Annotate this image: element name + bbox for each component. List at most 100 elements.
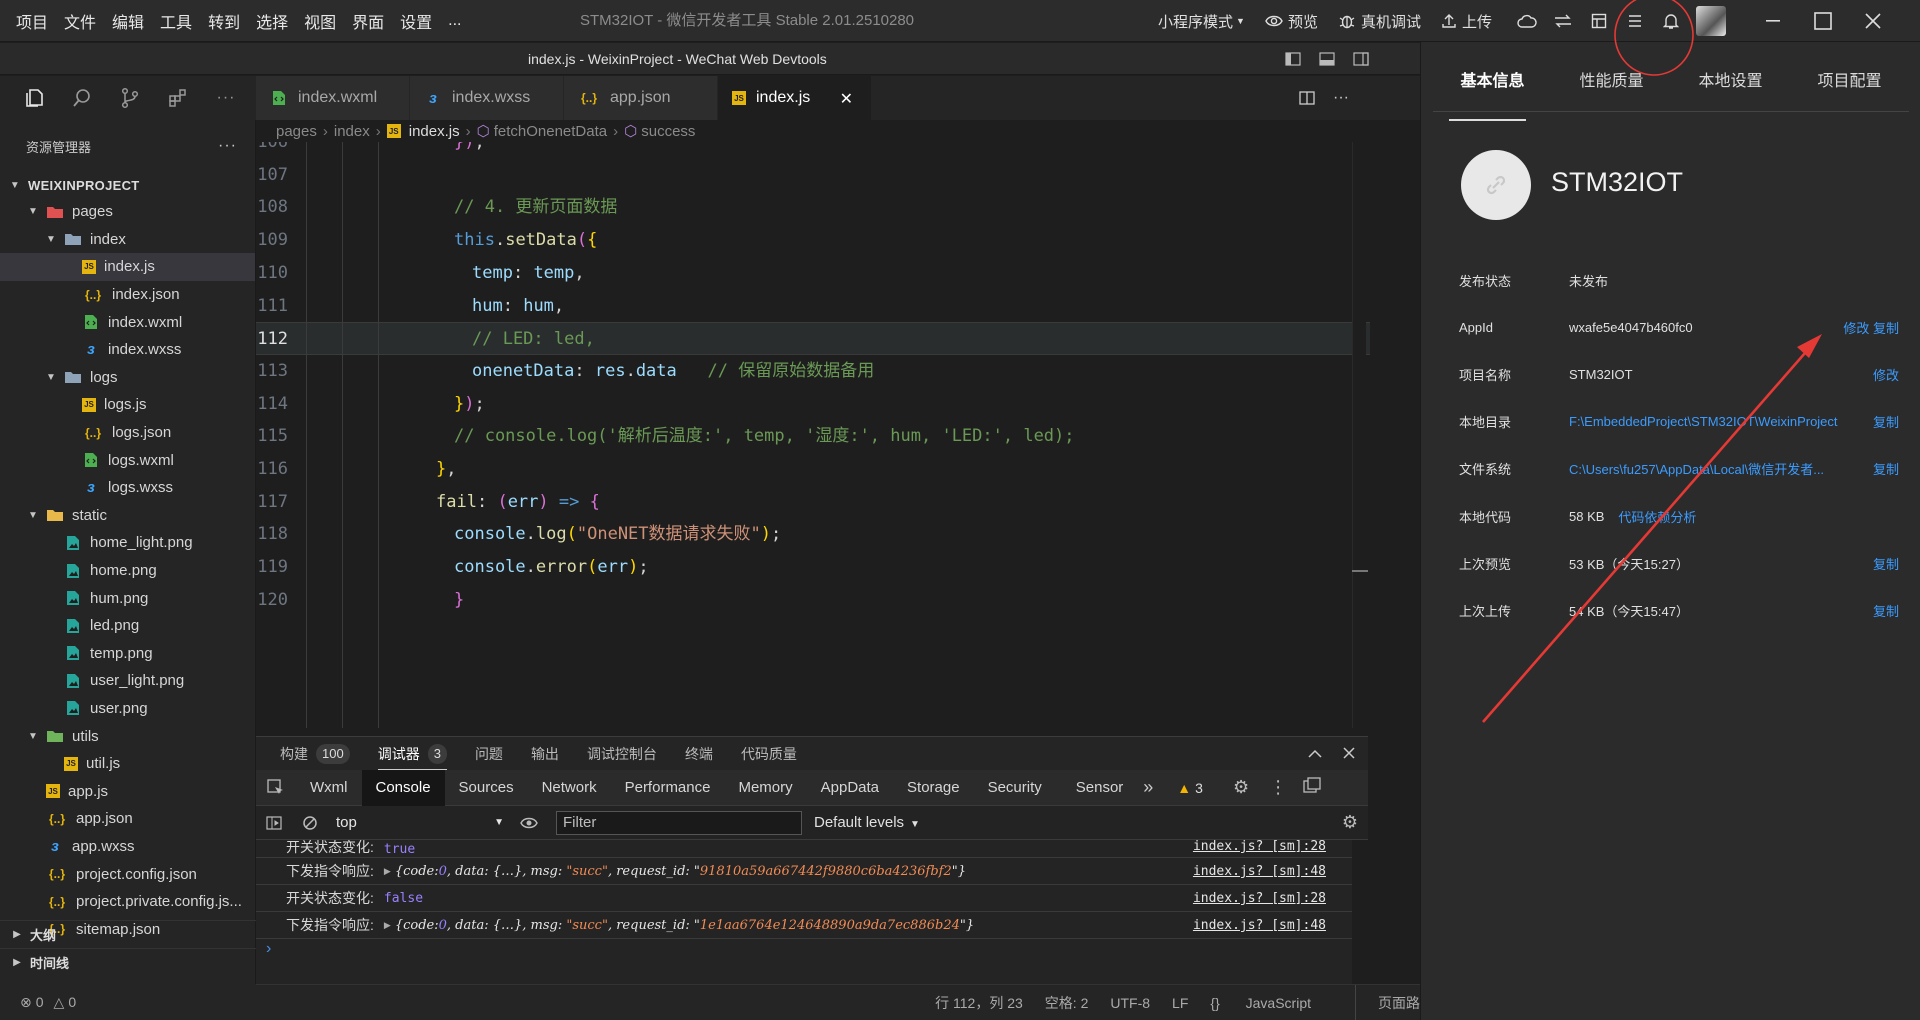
details-link[interactable]: F:\EmbeddedProject\STM32IOT\WeixinProjec… xyxy=(1569,414,1838,429)
devtools-tab-wxml[interactable]: Wxml xyxy=(296,770,362,806)
tree-item[interactable]: JS index.js xyxy=(0,253,255,281)
console-source-link[interactable]: index.js? [sm]:48 xyxy=(1193,912,1326,939)
details-tab[interactable]: 性能质量 xyxy=(1552,62,1671,111)
details-action-link[interactable]: 复制 xyxy=(1873,554,1899,573)
tree-item[interactable]: hum.png xyxy=(0,584,255,612)
tab-index-wxml[interactable]: index.wxml xyxy=(256,76,410,120)
tree-item[interactable]: home.png xyxy=(0,557,255,585)
panel-tab[interactable]: 终端 xyxy=(685,737,713,771)
tree-item[interactable]: JS app.js xyxy=(0,777,255,805)
menu-item[interactable]: 工具 xyxy=(160,9,192,33)
extensions-icon[interactable] xyxy=(154,76,202,120)
toggle-panel-icon[interactable] xyxy=(1310,52,1344,66)
devtools-tab-sources[interactable]: Sources xyxy=(445,770,528,806)
log-levels-select[interactable]: Default levels ▼ xyxy=(814,814,920,831)
more-actions-icon[interactable]: ··· xyxy=(218,137,237,155)
menu-icon[interactable] xyxy=(1620,0,1650,42)
source-control-icon[interactable] xyxy=(106,76,154,120)
problems-summary[interactable]: ⊗ 0 △ 0 xyxy=(0,984,256,1020)
search-icon[interactable] xyxy=(58,76,106,120)
undock-icon[interactable] xyxy=(1303,777,1321,798)
eye-icon[interactable] xyxy=(512,817,546,829)
menu-item[interactable]: 项目 xyxy=(16,9,48,33)
details-action-link[interactable]: 修改 复制 xyxy=(1843,318,1899,337)
console-filter-input[interactable] xyxy=(556,810,802,835)
project-header[interactable]: ▼ WEIXINPROJECT xyxy=(0,172,255,198)
details-link[interactable]: 代码依赖分析 xyxy=(1618,507,1696,526)
details-tab[interactable]: 基本信息 xyxy=(1433,62,1552,121)
cloud-icon[interactable] xyxy=(1512,0,1542,42)
devtools-tab-storage[interactable]: Storage xyxy=(893,770,974,806)
tree-item[interactable]: ɜ index.wxss xyxy=(0,336,255,364)
tree-item[interactable]: home_light.png xyxy=(0,529,255,557)
breadcrumb-item[interactable]: index xyxy=(334,123,370,140)
tree-item[interactable]: ▼ utils xyxy=(0,722,255,750)
remote-debug-button[interactable]: 真机调试 xyxy=(1338,11,1421,32)
clear-console-icon[interactable] xyxy=(292,815,328,831)
gear-icon[interactable]: ⚙ xyxy=(1233,777,1249,798)
outline-section[interactable]: ▶ 大纲 xyxy=(0,920,256,948)
code-editor[interactable]: 106}); 107 108// 4. 更新页面数据 109 this.setData(… xyxy=(256,142,1370,728)
devtools-tab-performance[interactable]: Performance xyxy=(611,770,725,806)
tree-item[interactable]: ▼ pages xyxy=(0,198,255,226)
close-icon[interactable] xyxy=(1848,0,1898,42)
expand-triangle-icon[interactable]: ▶ xyxy=(384,920,391,931)
devtools-tab-sensor[interactable]: Sensor xyxy=(1062,770,1138,806)
breadcrumb-item[interactable]: pages xyxy=(276,123,317,140)
breadcrumb-item[interactable]: ⬡ fetchOnenetData xyxy=(477,122,608,140)
warnings-badge[interactable]: ▲ 3 xyxy=(1177,780,1203,796)
tree-item[interactable]: ▼ index xyxy=(0,226,255,254)
tree-item[interactable]: logs.wxml xyxy=(0,446,255,474)
language-mode[interactable]: {} JavaScript xyxy=(1210,995,1333,1011)
kebab-menu-icon[interactable]: ⋮ xyxy=(1269,777,1287,798)
files-icon[interactable] xyxy=(10,76,58,120)
switch-icon[interactable] xyxy=(1548,0,1578,42)
details-link[interactable]: C:\Users\fu257\AppData\Local\微信开发者... xyxy=(1569,459,1824,478)
tree-item[interactable]: {..} project.private.config.js... xyxy=(0,888,255,916)
details-action-link[interactable]: 复制 xyxy=(1873,601,1899,620)
devtools-tab-appdata[interactable]: AppData xyxy=(807,770,893,806)
tab-app-json[interactable]: {..} app.json xyxy=(564,76,718,120)
panel-tab[interactable]: 调试控制台 xyxy=(587,737,657,771)
more-tabs-icon[interactable]: » xyxy=(1143,777,1153,798)
mode-select[interactable]: 小程序模式 ▼ xyxy=(1158,11,1245,32)
line-ending[interactable]: LF xyxy=(1172,995,1188,1011)
tree-item[interactable]: JS logs.js xyxy=(0,391,255,419)
expand-triangle-icon[interactable]: ▶ xyxy=(384,866,391,877)
console-object[interactable]: {code:0, data: {…}, msg: "succ", request… xyxy=(395,918,974,933)
devtools-tab-security[interactable]: Security xyxy=(974,770,1056,806)
devtools-tab-memory[interactable]: Memory xyxy=(724,770,806,806)
details-action-link[interactable]: 复制 xyxy=(1873,459,1899,478)
menu-item[interactable]: 编辑 xyxy=(112,9,144,33)
toggle-sidebar-icon[interactable] xyxy=(1276,52,1310,66)
sidebar-toggle-icon[interactable] xyxy=(256,815,292,830)
page-path[interactable]: 页面路 xyxy=(1355,984,1420,1020)
panel-tab[interactable]: 问题 xyxy=(475,737,503,771)
close-tab-icon[interactable]: ✕ xyxy=(840,89,853,109)
panel-tab[interactable]: 构建 100 xyxy=(280,737,350,771)
console-source-link[interactable]: index.js? [sm]:48 xyxy=(1193,858,1326,885)
tree-item[interactable]: led.png xyxy=(0,612,255,640)
toggle-right-panel-icon[interactable] xyxy=(1344,52,1378,66)
preview-button[interactable]: 预览 xyxy=(1265,11,1318,32)
devtools-tab-console[interactable]: Console xyxy=(361,769,445,806)
menu-item[interactable]: ... xyxy=(448,12,461,30)
tree-item[interactable]: {..} logs.json xyxy=(0,419,255,447)
scrollbar-thumb[interactable] xyxy=(1352,570,1368,572)
editor-scrollbar[interactable] xyxy=(1352,142,1366,728)
tab-index-js[interactable]: JS index.js ✕ xyxy=(718,76,872,120)
menu-item[interactable]: 设置 xyxy=(400,9,432,33)
tree-item[interactable]: user.png xyxy=(0,695,255,723)
details-tab[interactable]: 项目配置 xyxy=(1790,62,1909,111)
inspect-icon[interactable] xyxy=(256,778,296,797)
more-actions-icon[interactable]: ··· xyxy=(1324,89,1358,107)
indentation[interactable]: 空格: 2 xyxy=(1045,993,1089,1013)
close-panel-icon[interactable] xyxy=(1332,747,1366,759)
menu-item[interactable]: 文件 xyxy=(64,9,96,33)
more-icon[interactable]: ··· xyxy=(202,76,250,120)
timeline-section[interactable]: ▶ 时间线 xyxy=(0,948,256,976)
tree-item[interactable]: {..} index.json xyxy=(0,281,255,309)
encoding[interactable]: UTF-8 xyxy=(1110,995,1150,1011)
details-action-link[interactable]: 修改 xyxy=(1873,365,1899,384)
details-tab[interactable]: 本地设置 xyxy=(1671,62,1790,111)
